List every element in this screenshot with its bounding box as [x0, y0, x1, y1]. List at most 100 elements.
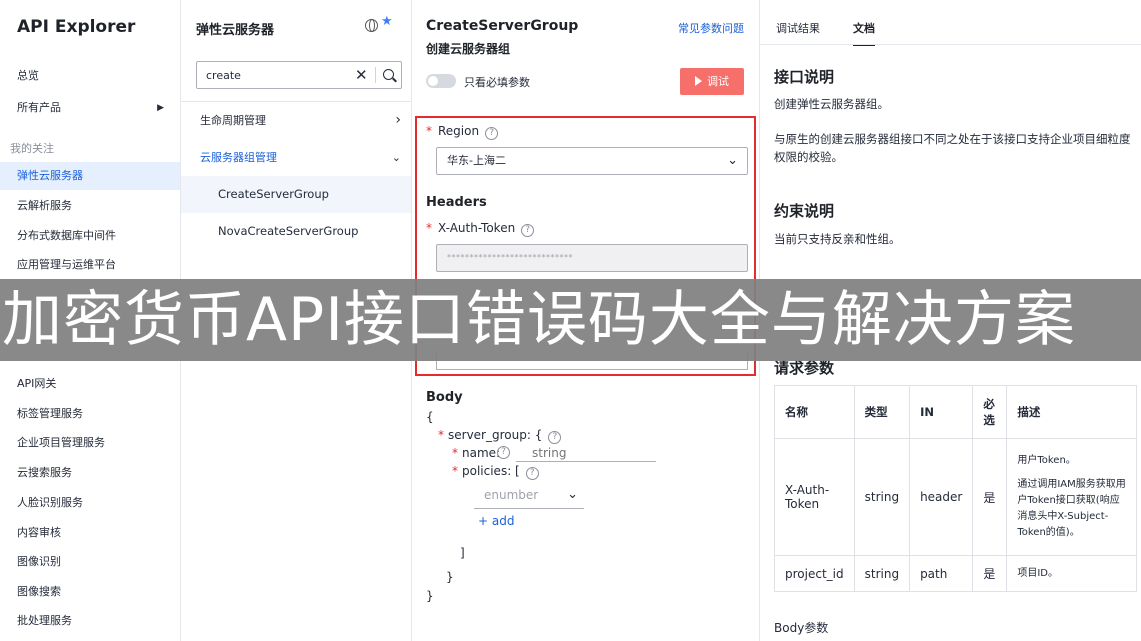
nav-item-frs[interactable]: 人脸识别服务	[0, 489, 180, 517]
banner-title: 加密货币API接口错误码大全与解决方案	[2, 285, 1076, 355]
app-title: API Explorer	[17, 17, 136, 37]
col-in: IN	[909, 385, 974, 439]
chevron-down-icon: ⌄	[391, 151, 401, 164]
interface-desc-2: 与原生的创建云服务器组接口不同之处在于该接口支持企业项目细粒度权限的校验。	[774, 132, 1131, 164]
nav-item-moderation[interactable]: 内容审核	[0, 519, 180, 547]
cell-type: string	[853, 438, 911, 556]
name-field: * name:	[452, 446, 500, 460]
required-star: *	[452, 446, 458, 460]
close-bracket: ]	[460, 546, 465, 560]
cell-in: header	[909, 438, 974, 556]
tree-group-lifecycle-label: 生命周期管理	[200, 114, 266, 127]
nav-item-ddm[interactable]: 分布式数据库中间件	[0, 222, 180, 250]
search-icon[interactable]	[383, 69, 394, 80]
nav-all-products-label: 所有产品	[17, 101, 61, 114]
tab-debug-result[interactable]: 调试结果	[776, 20, 820, 44]
body-params-title: Body参数	[774, 621, 829, 635]
nav-item-image-search[interactable]: 图像搜索	[0, 578, 180, 606]
region-value: 华东-上海二	[447, 154, 506, 167]
tree-group-lifecycle[interactable]: 生命周期管理 ›	[181, 102, 411, 139]
required-only-toggle[interactable]	[426, 74, 456, 88]
help-icon[interactable]: ?	[497, 446, 510, 459]
title-banner: 加密货币API接口错误码大全与解决方案	[0, 279, 1141, 361]
region-select[interactable]: 华东-上海二 ⌄	[436, 147, 748, 175]
col-desc: 描述	[1006, 385, 1137, 439]
col-required: 必选	[972, 385, 1008, 439]
tabs-divider	[760, 44, 1141, 45]
search-input[interactable]	[198, 63, 348, 87]
chevron-right-icon: ›	[395, 112, 401, 128]
debug-button-label: 调试	[707, 75, 729, 88]
cell-desc-line-1: 用户Token。	[1017, 455, 1076, 466]
nav-all-products[interactable]: 所有产品 ▶	[0, 94, 180, 122]
nav-item-aom[interactable]: 应用管理与运维平台	[0, 251, 180, 279]
name-input[interactable]	[516, 445, 656, 462]
close-inner-brace: }	[446, 570, 454, 584]
constraint-desc: 当前只支持反亲和性组。	[774, 232, 901, 246]
body-title: Body	[426, 390, 463, 405]
star-icon[interactable]: ★	[381, 14, 393, 29]
cell-desc-line-2: 通过调用IAM服务获取用户Token接口获取(响应消息头中X-Subject-T…	[1017, 479, 1126, 538]
globe-icon[interactable]	[365, 19, 378, 32]
tree-group-server-group[interactable]: 云服务器组管理 ⌄	[181, 139, 411, 176]
col-name: 名称	[774, 385, 855, 439]
nav-overview[interactable]: 总览	[0, 62, 180, 90]
cell-name: project_id	[774, 555, 855, 592]
cell-desc: 用户Token。 通过调用IAM服务获取用户Token接口获取(响应消息头中X-…	[1006, 438, 1137, 556]
help-icon[interactable]: ?	[521, 224, 535, 237]
plus-icon: +	[478, 514, 492, 528]
debug-button[interactable]: 调试	[680, 68, 744, 95]
enum-placeholder: enumber	[484, 488, 539, 502]
api-name: CreateServerGroup	[426, 18, 579, 34]
tree-leaf-create-server-group[interactable]: CreateServerGroup	[181, 176, 411, 213]
required-star: *	[452, 464, 458, 478]
clear-icon[interactable]: ✕	[355, 65, 368, 85]
nav-item-eps[interactable]: 企业项目管理服务	[0, 429, 180, 457]
token-label-text: X-Auth-Token	[438, 221, 516, 235]
nav-item-image[interactable]: 图像识别	[0, 548, 180, 576]
help-icon[interactable]: ?	[525, 467, 539, 480]
nav-item-tms[interactable]: 标签管理服务	[0, 400, 180, 428]
interface-desc-1: 创建弹性云服务器组。	[774, 97, 889, 111]
nav-item-ecs[interactable]: 弹性云服务器	[0, 162, 180, 190]
my-follow-title: 我的关注	[10, 142, 54, 155]
policies-field: * policies: [?	[452, 464, 539, 480]
cell-desc: 项目ID。	[1006, 555, 1137, 592]
interface-title: 接口说明	[774, 68, 835, 86]
chevron-down-icon: ⌄	[567, 487, 578, 502]
server-group-label: server_group: {	[448, 428, 543, 442]
token-label: * X-Auth-Token?	[426, 221, 535, 237]
tab-docs[interactable]: 文档	[853, 20, 875, 46]
faq-link[interactable]: 常见参数问题	[678, 20, 744, 36]
api-cn-name: 创建云服务器组	[426, 42, 511, 56]
help-icon[interactable]: ?	[548, 431, 562, 444]
help-icon[interactable]: ?	[485, 127, 499, 140]
body-open-brace: {	[426, 410, 434, 424]
nav-item-css[interactable]: 云搜索服务	[0, 459, 180, 487]
name-label: name:	[462, 446, 501, 460]
token-input[interactable]: ****************************	[436, 244, 748, 272]
cell-type: string	[853, 555, 911, 592]
close-outer-brace: }	[426, 589, 434, 603]
service-title: 弹性云服务器	[196, 23, 275, 38]
col-type: 类型	[853, 385, 911, 439]
table-row: X-Auth-Token string header 是 用户Token。 通过…	[774, 438, 1137, 556]
region-label-text: Region	[438, 124, 480, 138]
required-star: *	[426, 124, 432, 138]
policy-enum-select[interactable]: enumber ⌄	[474, 485, 584, 509]
table-header-row: 名称 类型 IN 必选 描述	[774, 385, 1137, 439]
add-policy-button[interactable]: + add	[478, 514, 514, 528]
headers-title: Headers	[426, 195, 487, 210]
api-search: ✕	[196, 61, 402, 89]
tree-leaf-nova-create-server-group[interactable]: NovaCreateServerGroup	[181, 213, 411, 250]
caret-right-icon: ▶	[157, 103, 164, 113]
policies-label: policies: [	[462, 464, 520, 478]
constraint-title: 约束说明	[774, 202, 835, 220]
required-star: *	[438, 428, 444, 442]
add-label: add	[491, 514, 515, 528]
nav-item-batch[interactable]: 批处理服务	[0, 607, 180, 635]
nav-item-dns[interactable]: 云解析服务	[0, 192, 180, 220]
nav-item-apig[interactable]: API网关	[0, 370, 180, 398]
cell-name: X-Auth-Token	[774, 438, 855, 556]
table-row: project_id string path 是 项目ID。	[774, 555, 1137, 592]
